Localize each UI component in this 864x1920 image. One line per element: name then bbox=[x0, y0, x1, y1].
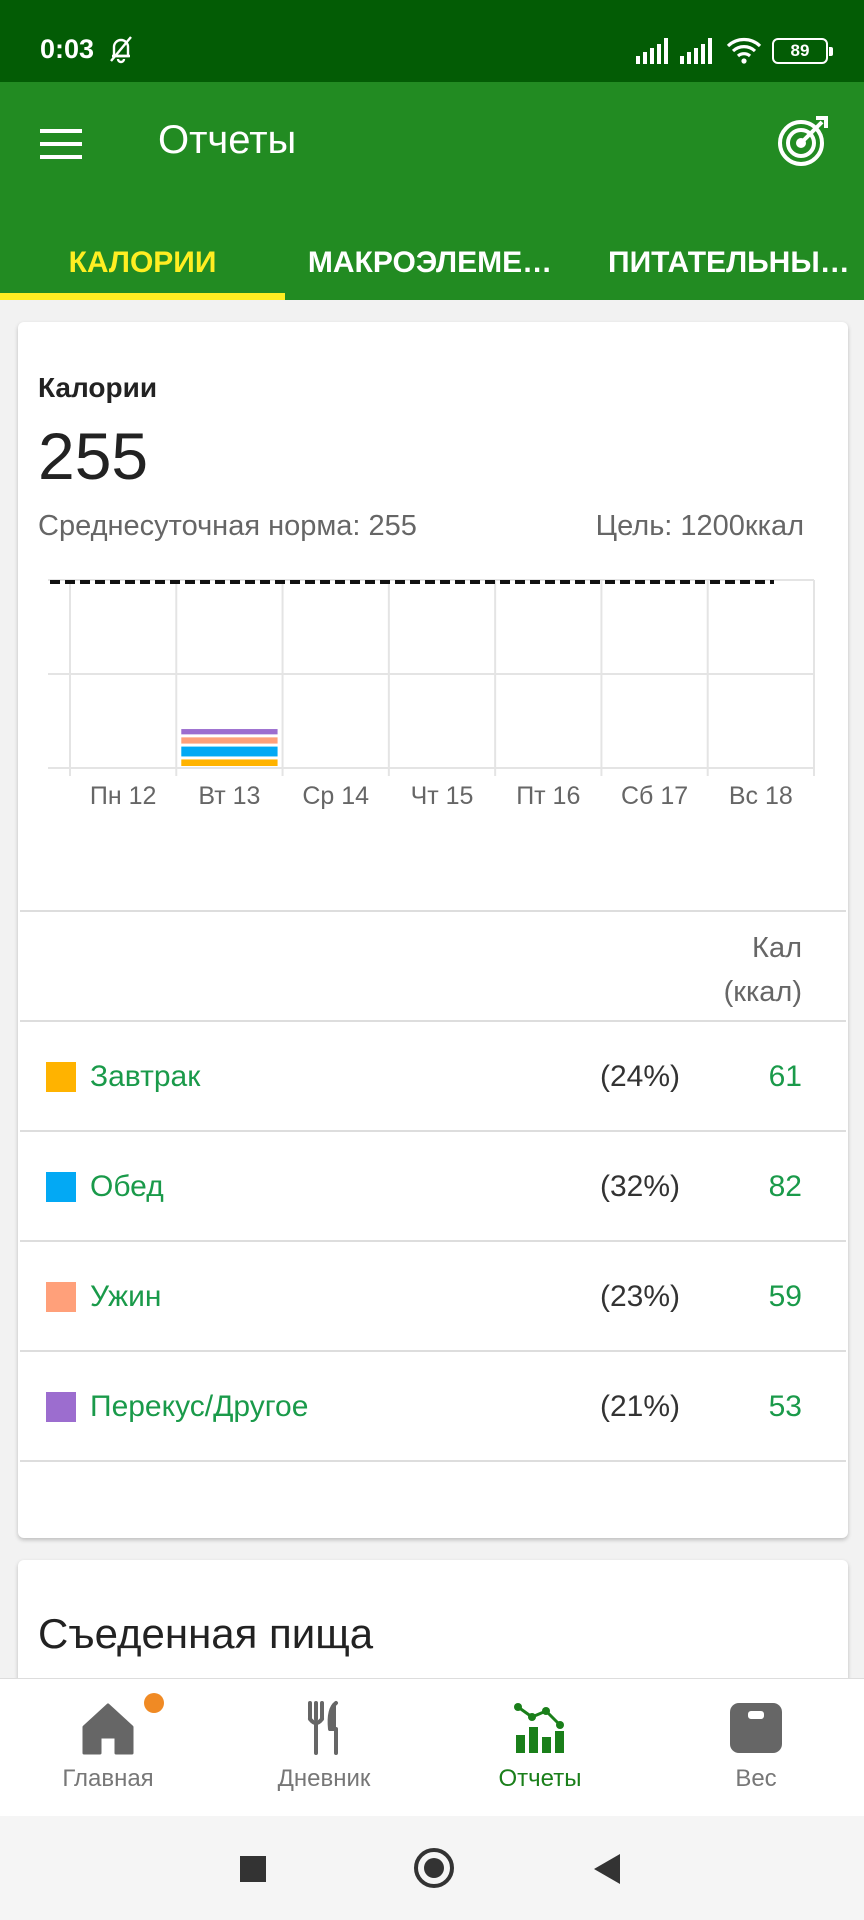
nav-weight-label: Вес bbox=[735, 1765, 777, 1792]
signal-icon bbox=[680, 38, 712, 64]
table-row[interactable]: Обед (32%) 82 bbox=[20, 1132, 846, 1242]
signal-icon bbox=[636, 38, 668, 64]
calories-value: 255 bbox=[38, 419, 149, 493]
bar-segment-breakfast bbox=[181, 759, 278, 766]
back-button[interactable] bbox=[594, 1854, 620, 1884]
nav-diary-label: Дневник bbox=[277, 1765, 371, 1792]
menu-icon[interactable] bbox=[40, 127, 82, 161]
meal-percent: (23%) bbox=[599, 1280, 680, 1313]
home-button[interactable] bbox=[414, 1848, 454, 1888]
snack-swatch bbox=[46, 1392, 76, 1422]
meal-kcal: 82 bbox=[768, 1170, 802, 1203]
meal-kcal: 61 bbox=[768, 1060, 802, 1093]
x-tick-label: Пт 16 bbox=[516, 782, 580, 810]
status-bar: 0:03 89 bbox=[0, 0, 864, 82]
page-title: Отчеты bbox=[158, 118, 297, 162]
notification-dot bbox=[144, 1693, 164, 1713]
tab-nutrients[interactable]: ПИТАТЕЛЬНЫЕ… bbox=[598, 218, 864, 300]
tab-calories[interactable]: КАЛОРИИ bbox=[0, 218, 285, 300]
x-tick-label: Чт 15 bbox=[411, 782, 474, 810]
lunch-swatch bbox=[46, 1172, 76, 1202]
x-tick-label: Сб 17 bbox=[621, 782, 688, 810]
system-nav-bar bbox=[0, 1816, 864, 1920]
bar-segment-snack bbox=[181, 729, 278, 735]
meal-name: Обед bbox=[90, 1170, 164, 1203]
eaten-food-title: Съеденная пища bbox=[38, 1610, 374, 1657]
home-icon bbox=[82, 1703, 134, 1755]
fork-knife-icon bbox=[308, 1701, 338, 1755]
calories-chart: Пн 12 Вт 13 Ср 14 Чт 15 Пт 16 Сб 17 Вс 18 bbox=[48, 579, 815, 810]
tab-macros[interactable]: МАКРОЭЛЕМЕ… bbox=[300, 218, 560, 300]
x-tick-label: Ср 14 bbox=[302, 782, 369, 810]
meal-percent: (32%) bbox=[599, 1170, 680, 1203]
target-icon[interactable] bbox=[776, 114, 830, 168]
battery-indicator: 89 bbox=[772, 38, 833, 64]
table-row[interactable]: Ужин (23%) 59 bbox=[20, 1242, 846, 1352]
nav-home[interactable]: Главная bbox=[0, 1679, 216, 1817]
meal-name: Завтрак bbox=[90, 1060, 201, 1093]
nav-home-label: Главная bbox=[62, 1765, 154, 1792]
calories-card: Калории 255 Среднесуточная норма: 255 Це… bbox=[18, 322, 848, 1538]
wifi-icon bbox=[726, 38, 762, 64]
tab-bar: КАЛОРИИ МАКРОЭЛЕМЕ… ПИТАТЕЛЬНЫЕ… bbox=[0, 218, 864, 300]
nav-reports-label: Отчеты bbox=[498, 1765, 582, 1792]
meal-kcal: 59 bbox=[768, 1280, 802, 1313]
bar-segment-dinner bbox=[181, 737, 278, 744]
app-bar: Отчеты КАЛОРИИ МАКРОЭЛЕМЕ… ПИТАТЕЛЬНЫЕ… bbox=[0, 82, 864, 300]
meal-percent: (21%) bbox=[599, 1390, 680, 1423]
x-tick-label: Пн 12 bbox=[90, 782, 157, 810]
nav-diary[interactable]: Дневник bbox=[216, 1679, 432, 1817]
calories-label: Калории bbox=[38, 372, 158, 403]
nav-reports[interactable]: Отчеты bbox=[432, 1679, 648, 1817]
table-header: Кал (ккал) bbox=[20, 912, 846, 1022]
meal-name: Ужин bbox=[90, 1280, 162, 1313]
bell-off-icon bbox=[110, 36, 132, 64]
x-tick-label: Вс 18 bbox=[729, 782, 793, 810]
bottom-nav: Главная Дневник Отчеты Вес bbox=[0, 1678, 864, 1816]
calorie-goal: Цель: 1200ккал bbox=[595, 510, 804, 542]
table-row[interactable]: Завтрак (24%) 61 bbox=[20, 1022, 846, 1132]
meal-kcal: 53 bbox=[768, 1390, 802, 1423]
chart-icon bbox=[514, 1703, 564, 1753]
meal-percent: (24%) bbox=[599, 1060, 680, 1093]
scale-icon bbox=[730, 1703, 782, 1753]
nav-weight[interactable]: Вес bbox=[648, 1679, 864, 1817]
x-tick-label: Вт 13 bbox=[198, 782, 260, 810]
status-time: 0:03 bbox=[40, 34, 95, 64]
dinner-swatch bbox=[46, 1282, 76, 1312]
bar-segment-lunch bbox=[181, 746, 278, 757]
table-row[interactable]: Перекус/Другое (21%) 53 bbox=[20, 1352, 846, 1462]
breakfast-swatch bbox=[46, 1062, 76, 1092]
recents-button[interactable] bbox=[240, 1856, 266, 1882]
meal-table: Кал (ккал) Завтрак (24%) 61 Обед (32%) 8… bbox=[20, 910, 846, 1462]
meal-name: Перекус/Другое bbox=[90, 1390, 309, 1423]
daily-average: Среднесуточная норма: 255 bbox=[38, 510, 417, 542]
kcal-column-header: Кал (ккал) bbox=[723, 932, 802, 1008]
